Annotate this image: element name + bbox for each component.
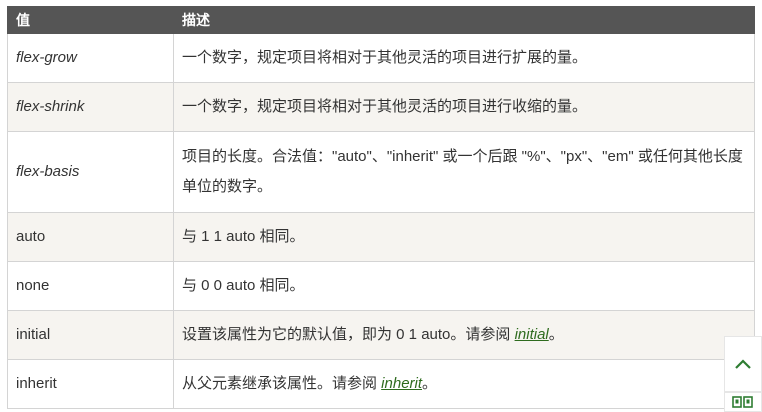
value-cell: flex-basis xyxy=(7,131,174,213)
description-cell: 设置该属性为它的默认值，即为 0 1 auto。请参阅 initial。 xyxy=(173,310,755,360)
header-value: 值 xyxy=(7,6,174,34)
table-row: flex-basis 项目的长度。合法值："auto"、"inherit" 或一… xyxy=(7,131,755,213)
table-row: flex-shrink 一个数字，规定项目将相对于其他灵活的项目进行收缩的量。 xyxy=(7,82,755,132)
table-row: auto 与 1 1 auto 相同。 xyxy=(7,212,755,262)
property-values-table: 值 描述 flex-grow 一个数字，规定项目将相对于其他灵活的项目进行扩展的… xyxy=(7,6,755,409)
value-cell: auto xyxy=(7,212,174,262)
description-suffix: 。 xyxy=(422,375,438,392)
qr-code-button[interactable] xyxy=(724,392,762,412)
qr-code-icon xyxy=(732,396,753,408)
description-cell: 项目的长度。合法值："auto"、"inherit" 或一个后跟 "%"、"px… xyxy=(173,131,755,213)
description-text: 设置该属性为它的默认值，即为 0 1 auto。请参阅 xyxy=(182,326,515,343)
value-cell: flex-grow xyxy=(7,33,174,83)
value-cell: flex-shrink xyxy=(7,82,174,132)
table-row: none 与 0 0 auto 相同。 xyxy=(7,261,755,311)
description-cell: 一个数字，规定项目将相对于其他灵活的项目进行收缩的量。 xyxy=(173,82,755,132)
description-cell: 与 0 0 auto 相同。 xyxy=(173,261,755,311)
value-cell: none xyxy=(7,261,174,311)
description-text: 从父元素继承该属性。请参阅 xyxy=(182,375,382,392)
initial-link[interactable]: initial xyxy=(515,326,549,343)
table-row: inherit 从父元素继承该属性。请参阅 inherit。 xyxy=(7,359,755,409)
value-cell: inherit xyxy=(7,359,174,409)
table-row: flex-grow 一个数字，规定项目将相对于其他灵活的项目进行扩展的量。 xyxy=(7,33,755,83)
back-to-top-button[interactable] xyxy=(724,336,762,392)
header-description: 描述 xyxy=(173,6,755,34)
description-cell: 与 1 1 auto 相同。 xyxy=(173,212,755,262)
table-header-row: 值 描述 xyxy=(7,6,755,34)
value-cell: initial xyxy=(7,310,174,360)
description-cell: 从父元素继承该属性。请参阅 inherit。 xyxy=(173,359,755,409)
table-row: initial 设置该属性为它的默认值，即为 0 1 auto。请参阅 init… xyxy=(7,310,755,360)
inherit-link[interactable]: inherit xyxy=(381,375,422,392)
description-cell: 一个数字，规定项目将相对于其他灵活的项目进行扩展的量。 xyxy=(173,33,755,83)
description-suffix: 。 xyxy=(548,326,564,343)
chevron-up-icon xyxy=(735,359,751,369)
